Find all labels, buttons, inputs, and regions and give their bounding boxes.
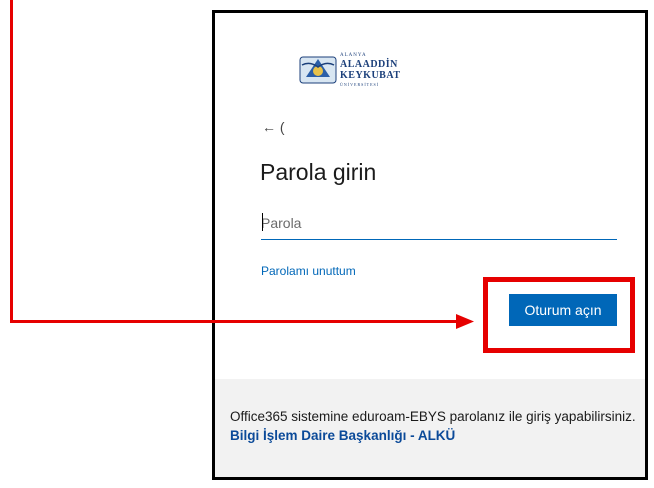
footer-link[interactable]: Bilgi İşlem Daire Başkanlığı - ALKÜ <box>230 428 455 443</box>
footer-text: Office365 sistemine eduroam-EBYS parolan… <box>230 409 636 424</box>
university-logo: ALANYA ALAADDİN KEYKUBAT ÜNİVERSİTESİ <box>298 53 418 87</box>
page-title: Parola girin <box>260 159 377 185</box>
forgot-password-link[interactable]: Parolamı unuttum <box>261 264 356 278</box>
text-caret <box>262 213 263 231</box>
logo-text-alaaddin: ALAADDİN <box>340 59 398 70</box>
university-emblem-icon <box>299 56 337 84</box>
logo-text-universitesi: ÜNİVERSİTESİ <box>340 82 380 87</box>
footer-message: Office365 sistemine eduroam-EBYS parolan… <box>230 407 640 445</box>
logo-text-keykubat: KEYKUBAT <box>340 70 401 81</box>
back-link[interactable]: ← ( <box>262 119 285 135</box>
logo-text-alanya: ALANYA <box>340 53 367 58</box>
footer-banner: Office365 sistemine eduroam-EBYS parolan… <box>215 379 645 477</box>
password-input[interactable] <box>261 207 617 240</box>
sign-in-panel: ALANYA ALAADDİN KEYKUBAT ÜNİVERSİTESİ ← … <box>212 10 648 480</box>
sign-in-button[interactable]: Oturum açın <box>509 294 617 326</box>
